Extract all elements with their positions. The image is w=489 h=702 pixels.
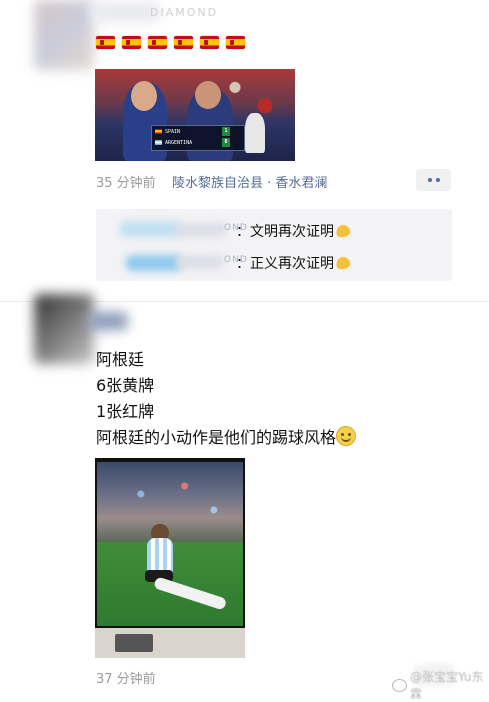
- team-name: ARGENTINA: [165, 139, 193, 146]
- spain-flag-icon: [96, 36, 115, 49]
- commenter-name-blurred: [174, 223, 226, 237]
- post-location-link[interactable]: 陵水黎族自治县 · 香水君澜: [172, 172, 327, 191]
- banana-icon: [334, 223, 352, 239]
- spain-flag-icon: [155, 129, 162, 134]
- commenter-name-blurred: [126, 255, 182, 271]
- post-text-line: 1张红牌: [96, 402, 155, 421]
- post-text: 阿根廷 6张黄牌 1张红牌 阿根廷的小动作是他们的踢球风格: [96, 347, 357, 451]
- author-name-blurred[interactable]: [88, 312, 128, 330]
- weibo-watermark: @张宝宝Yu东霖: [392, 668, 489, 702]
- banana-icon: [334, 255, 352, 271]
- player-figure: [245, 113, 265, 153]
- scoreboard-overlay: SPAIN 1 ARGENTINA 0: [151, 125, 245, 151]
- post-time: 35 分钟前: [96, 176, 156, 191]
- spain-flag-icon: [122, 36, 141, 49]
- comment-text: ：正义再次证明: [236, 253, 352, 273]
- tv-screen: [95, 458, 245, 628]
- watermark-text: @张宝宝Yu东霖: [409, 670, 484, 701]
- smile-emoji-icon: [336, 426, 357, 446]
- comment-item[interactable]: OND ：文明再次证明: [96, 219, 452, 243]
- tv-stand: [115, 634, 153, 652]
- comment-item[interactable]: OND ：正义再次证明: [96, 251, 452, 275]
- post-text-line: 阿根廷: [96, 350, 145, 369]
- player-head: [131, 81, 157, 111]
- stadium-crowd: [97, 462, 243, 542]
- spain-flag-icon: [148, 36, 167, 49]
- spain-flag-icon: [226, 36, 245, 49]
- post-photo-celebration[interactable]: SPAIN 1 ARGENTINA 0: [95, 69, 295, 161]
- spain-flag-icon: [200, 36, 219, 49]
- post-time: 37 分钟前: [96, 672, 156, 687]
- avatar-blurred[interactable]: [34, 0, 94, 70]
- team-score: 1: [222, 127, 230, 136]
- commenter-name-blurred: [176, 255, 224, 269]
- more-dots-icon[interactable]: [416, 169, 451, 191]
- post-text-line: 6张黄牌: [96, 376, 155, 395]
- argentina-flag-icon: [155, 140, 162, 145]
- post-text-line-with-emoji: 阿根廷的小动作是他们的踢球风格: [96, 425, 357, 451]
- player-head: [195, 81, 221, 109]
- flag-emoji-row: [96, 36, 245, 49]
- team-name: SPAIN: [165, 128, 181, 135]
- comments-panel: OND ：文明再次证明 OND ：正义再次证明: [96, 209, 452, 281]
- avatar-blurred[interactable]: [34, 294, 94, 364]
- team-score: 0: [222, 138, 230, 147]
- author-name-tail: DIAMOND: [150, 6, 219, 19]
- commenter-name-blurred: [120, 221, 180, 237]
- comment-text: ：文明再次证明: [236, 221, 352, 241]
- spain-flag-icon: [174, 36, 193, 49]
- post-photo-tv[interactable]: [95, 458, 245, 658]
